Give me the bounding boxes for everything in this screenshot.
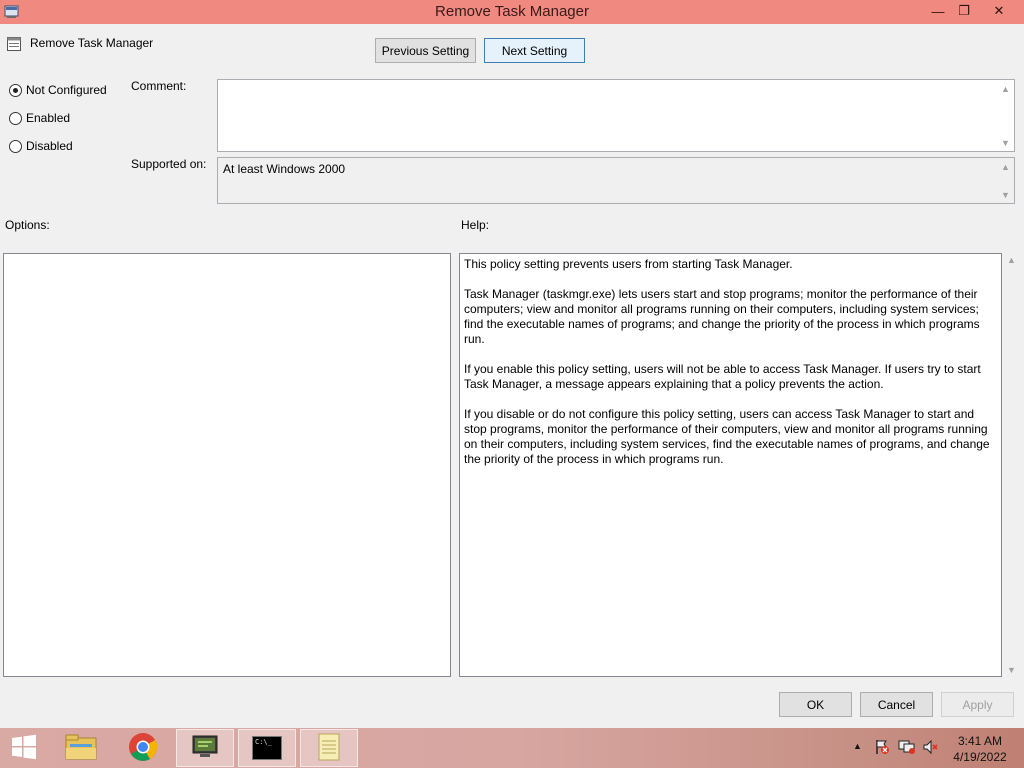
radio-enabled[interactable]: Enabled — [9, 111, 70, 125]
network-icon[interactable] — [898, 739, 916, 758]
help-pane: This policy setting prevents users from … — [459, 253, 1002, 677]
taskbar-group-policy[interactable] — [176, 729, 234, 767]
scroll-up-icon[interactable]: ▲ — [997, 80, 1014, 97]
action-center-icon[interactable] — [874, 739, 890, 758]
help-paragraph: If you enable this policy setting, users… — [464, 362, 981, 391]
help-paragraph: This policy setting prevents users from … — [464, 257, 793, 271]
scroll-up-icon[interactable]: ▲ — [1003, 255, 1020, 265]
taskbar-notepad[interactable] — [300, 729, 358, 767]
policy-title: Remove Task Manager — [30, 36, 154, 50]
supported-on-box: At least Windows 2000 ▲ ▼ — [217, 157, 1015, 204]
apply-button[interactable]: Apply — [941, 692, 1014, 717]
close-button[interactable]: ✕ — [982, 0, 1016, 22]
chrome-icon — [128, 732, 158, 765]
cancel-button[interactable]: Cancel — [860, 692, 933, 717]
notepad-icon — [316, 732, 342, 765]
comment-label: Comment: — [131, 79, 187, 93]
help-label: Help: — [461, 218, 490, 232]
minimize-button[interactable]: — — [924, 0, 952, 22]
radio-circle[interactable] — [9, 83, 22, 97]
scroll-down-icon[interactable]: ▼ — [1003, 665, 1020, 675]
command-prompt-icon: C:\_ — [252, 736, 282, 760]
title-bar: Remove Task Manager — ❐ ✕ — [0, 0, 1024, 24]
radio-selected-dot — [13, 87, 18, 93]
windows-logo-icon — [11, 734, 37, 763]
help-scrollbar[interactable]: ▲ ▼ — [1003, 253, 1020, 677]
help-paragraph: If you disable or do not configure this … — [464, 407, 990, 466]
radio-disabled[interactable]: Disabled — [9, 139, 73, 153]
help-paragraph: Task Manager (taskmgr.exe) lets users st… — [464, 287, 980, 346]
radio-not-configured[interactable]: Not Configured — [9, 83, 107, 97]
group-policy-icon — [190, 734, 220, 763]
clock-time: 3:41 AM — [957, 734, 1003, 748]
show-hidden-icons-icon[interactable]: ▲ — [853, 741, 862, 751]
taskbar-file-explorer[interactable] — [52, 729, 110, 767]
maximize-button[interactable]: ❐ — [950, 0, 978, 22]
start-button[interactable] — [0, 729, 48, 767]
ok-button[interactable]: OK — [779, 692, 852, 717]
taskbar: C:\_ ▲ — [0, 728, 1024, 768]
clock-date: 4/19/2022 — [953, 750, 1007, 764]
volume-muted-icon[interactable] — [922, 739, 938, 758]
comment-scrollbar[interactable]: ▲ ▼ — [997, 80, 1014, 151]
options-pane — [3, 253, 451, 677]
window-title: Remove Task Manager — [435, 3, 589, 20]
options-label: Options: — [5, 218, 50, 232]
policy-setting-icon — [6, 36, 22, 52]
supported-on-label: Supported on: — [131, 157, 207, 171]
next-setting-button[interactable]: Next Setting — [484, 38, 585, 63]
file-explorer-icon — [64, 732, 98, 765]
taskbar-chrome[interactable] — [114, 729, 172, 767]
taskbar-clock[interactable]: 3:41 AM 4/19/2022 — [950, 733, 1010, 765]
supported-on-value: At least Windows 2000 — [223, 162, 346, 176]
radio-circle[interactable] — [9, 111, 22, 125]
radio-circle[interactable] — [9, 139, 22, 153]
scroll-down-icon[interactable]: ▼ — [997, 186, 1014, 203]
scroll-up-icon[interactable]: ▲ — [997, 158, 1014, 175]
comment-textbox[interactable]: ▲ ▼ — [217, 79, 1015, 152]
radio-label: Disabled — [26, 139, 73, 153]
radio-label: Not Configured — [26, 83, 107, 97]
scroll-down-icon[interactable]: ▼ — [997, 134, 1014, 151]
supported-scrollbar[interactable]: ▲ ▼ — [997, 158, 1014, 203]
taskbar-command-prompt[interactable]: C:\_ — [238, 729, 296, 767]
help-text: This policy setting prevents users from … — [464, 257, 997, 482]
previous-setting-button[interactable]: Previous Setting — [375, 38, 476, 63]
cmd-text: C:\_ — [255, 738, 272, 746]
radio-label: Enabled — [26, 111, 71, 125]
